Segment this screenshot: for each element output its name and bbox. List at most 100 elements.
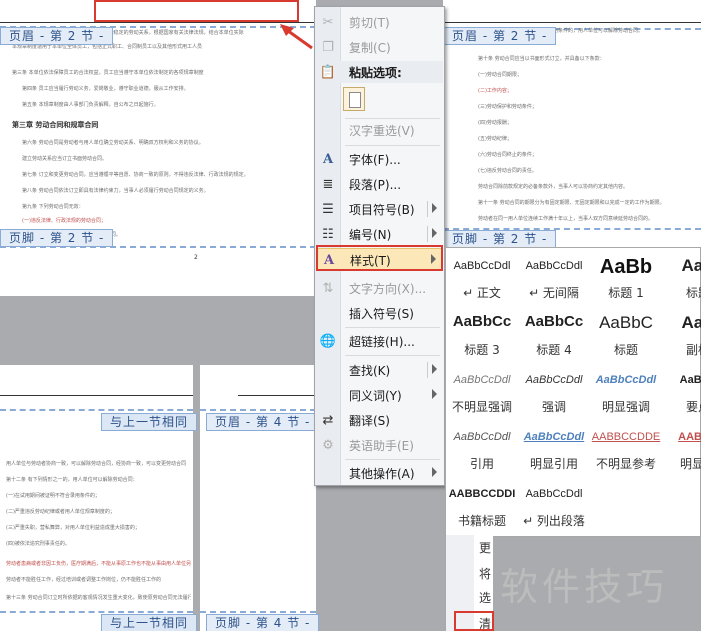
menu-item-bullets[interactable]: ☰ 项目符号(B) bbox=[316, 198, 443, 220]
menu-item-label: 其他操作(A) bbox=[349, 467, 415, 481]
style-tile[interactable]: AABBC 明显参 bbox=[662, 419, 701, 476]
style-tile[interactable]: AaBbCcDdl ↵ 无间隔 bbox=[518, 248, 590, 305]
style-preview: AaBbCcDdl bbox=[525, 488, 583, 500]
footer-tab-section-2[interactable]: 页脚 - 第 2 节 - bbox=[0, 229, 114, 247]
style-tile[interactable]: AaBbCc 标题 3 bbox=[446, 305, 518, 362]
menu-item-cut[interactable]: ✂ 剪切(T) bbox=[316, 11, 443, 33]
menu-item-insert-symbol[interactable]: 插入符号(S) bbox=[316, 302, 443, 324]
numbered-list-icon: ☷ bbox=[322, 226, 334, 242]
style-tile[interactable]: AaBbCcDdl 强调 bbox=[518, 362, 590, 419]
body-line: 第五条 本规章制度由人事部门负责解释，自公布之日起施行。 bbox=[22, 102, 159, 108]
body-line: (四)被依法追究刑事责任的。 bbox=[6, 541, 70, 547]
body-line: (六)劳动合同终止的条件； bbox=[478, 152, 537, 158]
footer-boundary bbox=[0, 611, 193, 613]
body-line: 劳动者患病或者非因工负伤，医疗期满后，不能从事原工作也不能从事由用人单位另行安排… bbox=[6, 561, 191, 567]
menu-separator bbox=[345, 355, 440, 356]
translate-icon: ⇄ bbox=[322, 412, 334, 428]
style-tile[interactable]: AABBCCDDI 书籍标题 bbox=[446, 476, 518, 533]
lower-panel-item[interactable]: 将 bbox=[479, 565, 491, 582]
header-line bbox=[0, 395, 193, 396]
style-tile[interactable]: AaBbC 标题 bbox=[590, 305, 662, 362]
clipboard-icon: 📋 bbox=[319, 64, 337, 80]
body-line: (二)工作内容； bbox=[478, 88, 512, 94]
header-highlight-box bbox=[94, 0, 299, 22]
style-tile[interactable]: AaBbCcDdl ↵ 列出段落 bbox=[518, 476, 590, 533]
body-line: 第三条 本单位依法保障员工的合法权益，员工应当遵守本单位依法制定的各项规章制度 bbox=[12, 70, 204, 76]
style-name: 副标 bbox=[685, 343, 701, 357]
style-preview: AaBbCcDdl bbox=[453, 260, 511, 272]
style-tile[interactable]: AaBbCcDdl 引用 bbox=[446, 419, 518, 476]
body-line: (七)违反劳动合同的责任。 bbox=[478, 168, 537, 174]
text-direction-icon: ⇅ bbox=[322, 280, 334, 296]
body-line: 第九条 下列劳动合同无效： bbox=[22, 204, 84, 210]
lower-panel-item[interactable]: 选 bbox=[479, 589, 491, 606]
menu-split-separator bbox=[427, 201, 428, 217]
style-tile[interactable]: AaBbCcDdl 明显引用 bbox=[518, 419, 590, 476]
menu-item-reconvert[interactable]: 汉字重选(V) bbox=[316, 119, 443, 141]
style-tile[interactable]: AaBb 标题 1 bbox=[590, 248, 662, 305]
same-as-previous-tab[interactable]: 与上一节相同 bbox=[101, 413, 198, 431]
submenu-arrow-icon bbox=[432, 389, 437, 399]
style-preview: AaBbC bbox=[679, 374, 701, 386]
menu-item-synonyms[interactable]: 同义词(Y) bbox=[316, 384, 443, 406]
menu-item-lookup[interactable]: 查找(K) bbox=[316, 359, 443, 381]
style-name: 明显强调 bbox=[601, 400, 650, 414]
menu-item-translate[interactable]: ⇄ 翻译(S) bbox=[316, 409, 443, 431]
style-preview: AaBbCc bbox=[524, 313, 584, 330]
paragraph-icon: ≣ bbox=[322, 176, 334, 192]
same-as-previous-footer-tab[interactable]: 与上一节相同 bbox=[101, 614, 198, 631]
footer-tab-section-4[interactable]: 页脚 - 第 4 节 - bbox=[206, 614, 320, 631]
style-tile[interactable]: AaE 副标 bbox=[662, 305, 701, 362]
menu-separator bbox=[345, 145, 440, 146]
submenu-arrow-icon bbox=[432, 228, 437, 238]
style-name: ↵ 无间隔 bbox=[529, 286, 579, 300]
styles-lower-panel: 更 将 选 清 bbox=[445, 535, 494, 631]
menu-item-paragraph[interactable]: ≣ 段落(P)... bbox=[316, 173, 443, 195]
header-line bbox=[443, 22, 701, 23]
style-tile[interactable]: AaE 标题 bbox=[662, 248, 701, 305]
body-line: 建立劳动关系应当订立书面劳动合同。 bbox=[22, 156, 108, 162]
body-line: 第十一条 劳动合同的期限分为有固定期限、无固定期限和以完成一定的工作为期限。 bbox=[478, 200, 665, 206]
style-name: 引用 bbox=[469, 457, 494, 471]
menu-item-label: 插入符号(S) bbox=[349, 307, 414, 321]
red-arrow-icon bbox=[280, 24, 313, 50]
style-name: 标题 1 bbox=[608, 286, 644, 300]
style-tile[interactable]: AaBbCcDdl ↵ 正文 bbox=[446, 248, 518, 305]
menu-split-separator bbox=[427, 362, 428, 378]
style-name: 强调 bbox=[541, 400, 566, 414]
style-tile[interactable]: AaBbCcDdl 明显强调 bbox=[590, 362, 662, 419]
body-line: (一)劳动合同期限； bbox=[478, 72, 522, 78]
style-preview: AaE bbox=[681, 313, 701, 332]
page-number: 2 bbox=[194, 254, 198, 261]
header-tab-section-2-right[interactable]: 页眉 - 第 2 节 - bbox=[443, 27, 557, 45]
header-line bbox=[238, 395, 316, 396]
style-tile[interactable]: AaBbC 要点 bbox=[662, 362, 701, 419]
menu-item-label: 剪切(T) bbox=[349, 16, 390, 30]
menu-item-text-direction[interactable]: ⇅ 文字方向(X)... bbox=[316, 277, 443, 299]
body-line: (二)严重违反劳动纪律或者用人单位规章制度的； bbox=[6, 509, 115, 515]
body-line: 第十三条 劳动合同订立时所依据的客观情况发生重大变化，致使原劳动合同无法履行 bbox=[6, 595, 191, 601]
footer-tab-section-2-right[interactable]: 页脚 - 第 2 节 - bbox=[443, 230, 557, 248]
menu-item-label: 段落(P)... bbox=[349, 178, 402, 192]
paste-keep-text-icon[interactable] bbox=[343, 87, 365, 111]
header-tab-section-2[interactable]: 页眉 - 第 2 节 - bbox=[0, 27, 114, 45]
assistant-icon: ⚙ bbox=[322, 437, 334, 453]
hyperlink-globe-icon: 🌐 bbox=[319, 333, 337, 349]
style-tile[interactable]: AaBbCc 标题 4 bbox=[518, 305, 590, 362]
menu-item-copy[interactable]: ❐ 复制(C) bbox=[316, 36, 443, 58]
menu-item-label: 英语助手(E) bbox=[349, 439, 414, 453]
menu-item-hyperlink[interactable]: 🌐 超链接(H)... bbox=[316, 330, 443, 352]
header-line bbox=[0, 22, 316, 23]
menu-item-numbering[interactable]: ☷ 编号(N) bbox=[316, 223, 443, 245]
style-preview: AaBbCcDdl bbox=[595, 374, 657, 386]
body-line: 第十二条 有下列情形之一的，用人单位可以解除劳动合同： bbox=[6, 477, 138, 483]
style-tile[interactable]: AABBCCDDE 不明显参考 bbox=[590, 419, 662, 476]
menu-item-other-actions[interactable]: 其他操作(A) bbox=[316, 462, 443, 484]
lower-panel-item[interactable]: 更 bbox=[479, 539, 491, 556]
header-tab-section-4[interactable]: 页眉 - 第 4 节 - bbox=[206, 413, 320, 431]
menu-item-english-assistant[interactable]: ⚙ 英语助手(E) bbox=[316, 434, 443, 456]
scissors-icon: ✂ bbox=[322, 14, 334, 30]
menu-item-font[interactable]: A 字体(F)... bbox=[316, 148, 443, 170]
style-tile[interactable]: AaBbCcDdl 不明显强调 bbox=[446, 362, 518, 419]
style-preview: AaBbCcDdl bbox=[525, 260, 583, 272]
